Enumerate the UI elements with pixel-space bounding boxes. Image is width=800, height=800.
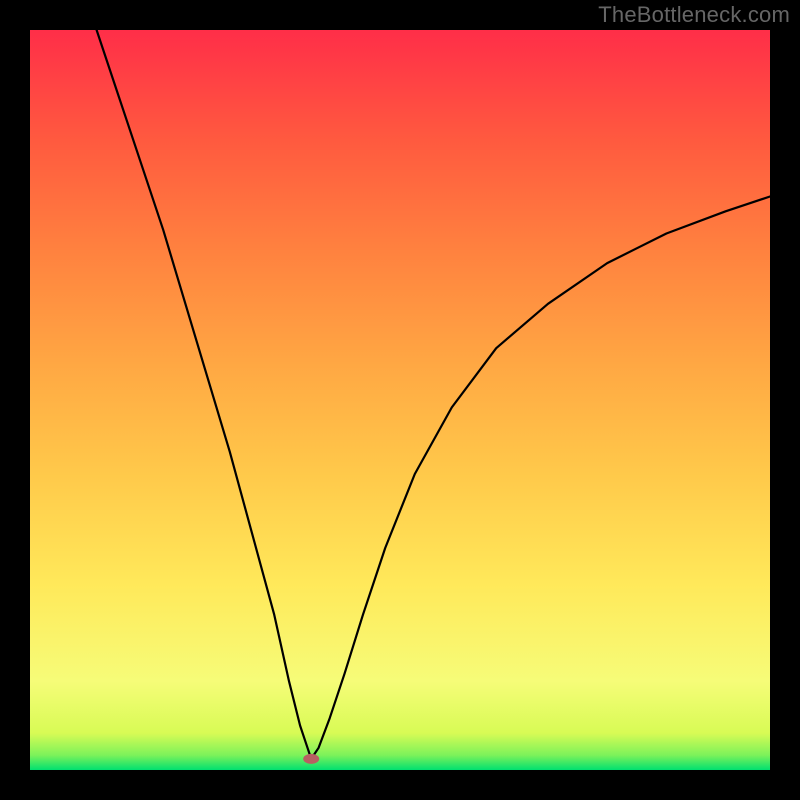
curve-right-branch xyxy=(311,197,770,759)
minimum-marker xyxy=(303,754,319,764)
curve-left-branch xyxy=(97,30,312,759)
plot-svg xyxy=(30,30,770,770)
plot-area xyxy=(30,30,770,770)
watermark-text: TheBottleneck.com xyxy=(598,2,790,28)
chart-frame: TheBottleneck.com xyxy=(0,0,800,800)
